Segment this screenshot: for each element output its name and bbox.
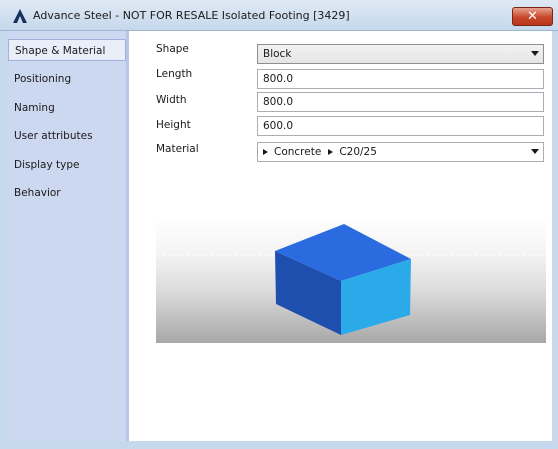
caret-right-icon [328, 149, 334, 155]
advance-steel-logo-icon [13, 9, 27, 23]
sidebar-item-shape-material[interactable]: Shape & Material [8, 39, 126, 61]
title-bar: Advance Steel - NOT FOR RESALE Isolated … [0, 0, 558, 31]
material-dropdown[interactable]: Concrete C20/25 [257, 142, 544, 162]
shape-value: Block [263, 48, 292, 60]
window-frame-left [0, 31, 8, 449]
shape-label: Shape [156, 43, 189, 55]
width-input[interactable]: 800.0 [257, 92, 544, 112]
material-category: Concrete [274, 146, 322, 158]
chevron-down-icon [531, 51, 539, 56]
sidebar-item-behavior[interactable]: Behavior [8, 182, 126, 204]
height-label: Height [156, 119, 191, 131]
preview-canvas [156, 217, 546, 343]
chevron-down-icon [531, 149, 539, 154]
shape-preview [156, 217, 546, 343]
window-frame-right [552, 31, 558, 449]
sidebar: Shape & Material Positioning Naming User… [8, 31, 129, 441]
shape-dropdown[interactable]: Block [257, 44, 544, 64]
sidebar-item-naming[interactable]: Naming [8, 97, 126, 119]
caret-right-icon [263, 149, 268, 155]
sidebar-item-display-type[interactable]: Display type [8, 154, 126, 176]
height-input[interactable]: 600.0 [257, 116, 544, 136]
sidebar-item-user-attributes[interactable]: User attributes [8, 125, 126, 147]
width-label: Width [156, 94, 187, 106]
length-label: Length [156, 68, 193, 80]
length-input[interactable]: 800.0 [257, 69, 544, 89]
window-title: Advance Steel - NOT FOR RESALE Isolated … [33, 9, 350, 22]
sidebar-item-positioning[interactable]: Positioning [8, 68, 126, 90]
close-button[interactable]: ✕ [512, 7, 553, 26]
window-frame-bottom [0, 441, 558, 449]
material-grade: C20/25 [339, 146, 377, 158]
material-label: Material [156, 143, 199, 155]
